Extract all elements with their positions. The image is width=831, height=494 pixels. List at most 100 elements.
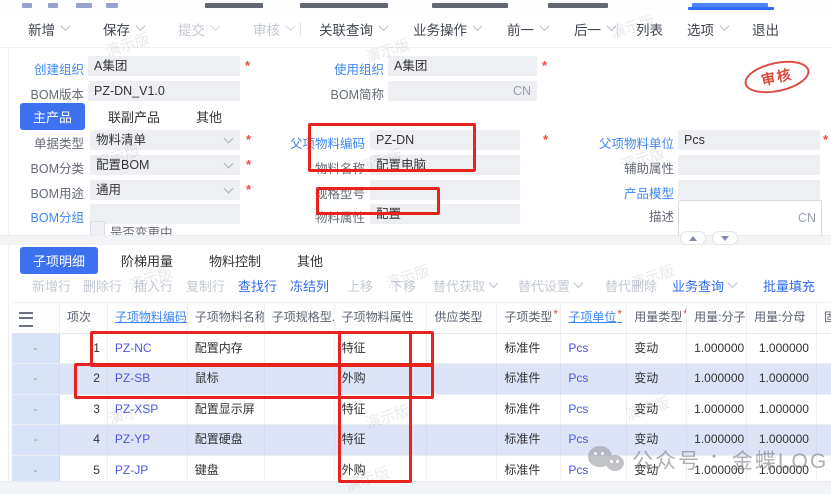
create-org-label[interactable]: 创建组织	[20, 59, 84, 78]
options-button[interactable]: 选项	[687, 19, 728, 39]
bom-group-label[interactable]: BOM分组	[8, 207, 84, 226]
col-type[interactable]: 子项类型*	[497, 303, 561, 333]
aux-attr-field[interactable]	[678, 155, 820, 175]
new-button[interactable]: 新增	[28, 19, 69, 39]
tab-main-product[interactable]: 主产品	[20, 103, 85, 130]
create-org-field[interactable]: A集团	[88, 56, 240, 76]
bom-short-field[interactable]: CN	[388, 81, 537, 101]
use-org-field[interactable]: A集团	[388, 56, 537, 76]
col-seq[interactable]: 项次	[60, 303, 108, 333]
bom-group-field[interactable]	[90, 204, 240, 224]
substitute-set-button[interactable]: 替代设置	[518, 276, 582, 295]
row-menu-header[interactable]	[12, 303, 60, 333]
col-code[interactable]: 子项物料编码*	[108, 303, 188, 333]
tab-material-control[interactable]: 物料控制	[196, 247, 274, 274]
bom-usage-select[interactable]: 通用	[90, 180, 240, 200]
parent-code-field[interactable]: PZ-DN	[370, 130, 520, 150]
doc-type-select[interactable]: 物料清单	[90, 130, 240, 150]
add-row-button[interactable]: 新增行	[32, 276, 71, 295]
parent-unit-field[interactable]: Pcs	[678, 130, 820, 150]
cell-unit[interactable]: Pcs	[561, 364, 627, 393]
freeze-column-button[interactable]: 冻结列	[290, 276, 329, 295]
tab-fragment[interactable]	[300, 3, 388, 8]
cell-code[interactable]: PZ-NC	[108, 334, 188, 363]
related-query-button[interactable]: 关联查询	[319, 19, 387, 39]
tab-joint-product[interactable]: 联副产品	[95, 103, 173, 130]
business-query-button[interactable]: 业务查询	[672, 276, 736, 295]
material-attr-field[interactable]: 配置	[370, 204, 520, 224]
row-handle[interactable]: -	[12, 395, 60, 424]
changing-checkbox[interactable]	[90, 221, 105, 236]
submit-button[interactable]: 提交	[178, 19, 219, 39]
delete-row-button[interactable]: 删除行	[83, 276, 122, 295]
cell-code[interactable]: PZ-YP	[108, 425, 188, 454]
save-button[interactable]: 保存	[103, 19, 144, 39]
tab-detail-other[interactable]: 其他	[284, 247, 336, 274]
spec-field[interactable]	[370, 180, 520, 200]
col-usage[interactable]: 用量类型*	[627, 303, 687, 333]
col-qty-denominator[interactable]: 用量:分母	[747, 303, 817, 333]
tab-other[interactable]: 其他	[183, 103, 235, 130]
col-name[interactable]: 子项物料名称	[188, 303, 265, 333]
product-model-field[interactable]	[678, 180, 820, 200]
cell-attr: 特征	[335, 425, 428, 454]
table-row[interactable]: - 2 PZ-SB 鼠标 外购 标准件 Pcs 变动 1.000000 1.00…	[12, 364, 831, 394]
col-spec[interactable]: 子项规格型...	[265, 303, 335, 333]
parent-code-label[interactable]: 父项物料编码	[270, 133, 365, 152]
collapse-down-button[interactable]	[712, 231, 738, 245]
cell-qty-denominator: 1.000000	[747, 334, 817, 363]
cell-qty-numerator: 1.000000	[687, 364, 747, 393]
tab-fragment[interactable]	[205, 3, 263, 8]
cell-code[interactable]: PZ-XSP	[108, 395, 188, 424]
audit-button[interactable]: 审核	[253, 19, 294, 39]
cell-unit[interactable]: Pcs	[561, 425, 627, 454]
tab-fragment[interactable]	[548, 3, 608, 8]
tab-fragment[interactable]	[432, 3, 508, 8]
col-unit[interactable]: 子项单位*	[561, 303, 627, 333]
table-row[interactable]: - 1 PZ-NC 配置内存 特征 标准件 Pcs 变动 1.000000 1.…	[12, 334, 831, 364]
batch-fill-button[interactable]: 批量填充	[763, 276, 815, 295]
insert-row-button[interactable]: 插入行	[134, 276, 173, 295]
col-attr[interactable]: 子项物料属性	[335, 303, 428, 333]
app-icon[interactable]	[22, 3, 32, 8]
chevron-down-icon	[574, 278, 584, 288]
collapse-up-button[interactable]	[680, 231, 706, 245]
copy-row-button[interactable]: 复制行	[186, 276, 225, 295]
exit-button[interactable]: 退出	[752, 19, 779, 39]
cell-supply	[427, 364, 497, 393]
cell-code[interactable]: PZ-SB	[108, 364, 188, 393]
app-icon[interactable]	[48, 3, 58, 8]
row-handle[interactable]: -	[12, 425, 60, 454]
cell-fixed	[817, 334, 831, 363]
tab-ladder-usage[interactable]: 阶梯用量	[108, 247, 186, 274]
row-handle[interactable]: -	[12, 334, 60, 363]
material-name-field[interactable]: 配置电脑	[370, 155, 520, 175]
cell-name: 鼠标	[188, 364, 265, 393]
previous-button[interactable]: 前一	[507, 19, 548, 39]
list-button[interactable]: 列表	[636, 19, 663, 39]
tab-child-detail[interactable]: 子项明细	[20, 247, 98, 274]
col-qty-numerator[interactable]: 用量:分子	[687, 303, 747, 333]
cell-unit[interactable]: Pcs	[561, 334, 627, 363]
substitute-get-button[interactable]: 替代获取	[433, 276, 497, 295]
move-down-button[interactable]: 下移	[390, 276, 416, 295]
app-icon[interactable]	[106, 3, 118, 8]
cell-qty-denominator: 1.000000	[747, 364, 817, 393]
table-row[interactable]: - 4 PZ-YP 配置硬盘 特征 标准件 Pcs 变动 1.000000 1.…	[12, 425, 831, 455]
next-button[interactable]: 后一	[574, 19, 615, 39]
business-ops-button[interactable]: 业务操作	[413, 19, 481, 39]
col-supply[interactable]: 供应类型	[427, 303, 497, 333]
parent-unit-label[interactable]: 父项物料单位	[576, 133, 674, 152]
bom-category-select[interactable]: 配置BOM	[90, 155, 240, 175]
app-icon[interactable]	[76, 3, 92, 8]
row-handle[interactable]: -	[12, 364, 60, 393]
col-fixed[interactable]: 固定损耗	[817, 303, 831, 333]
find-row-button[interactable]: 查找行	[238, 276, 277, 295]
table-row[interactable]: - 3 PZ-XSP 配置显示屏 特征 标准件 Pcs 变动 1.000000 …	[12, 395, 831, 425]
product-model-label[interactable]: 产品模型	[576, 183, 674, 202]
use-org-label[interactable]: 使用组织	[320, 59, 384, 78]
bom-version-field[interactable]: PZ-DN_V1.0	[88, 81, 240, 101]
substitute-delete-button[interactable]: 替代删除	[605, 276, 657, 295]
move-up-button[interactable]: 上移	[347, 276, 373, 295]
cell-unit[interactable]: Pcs	[561, 395, 627, 424]
